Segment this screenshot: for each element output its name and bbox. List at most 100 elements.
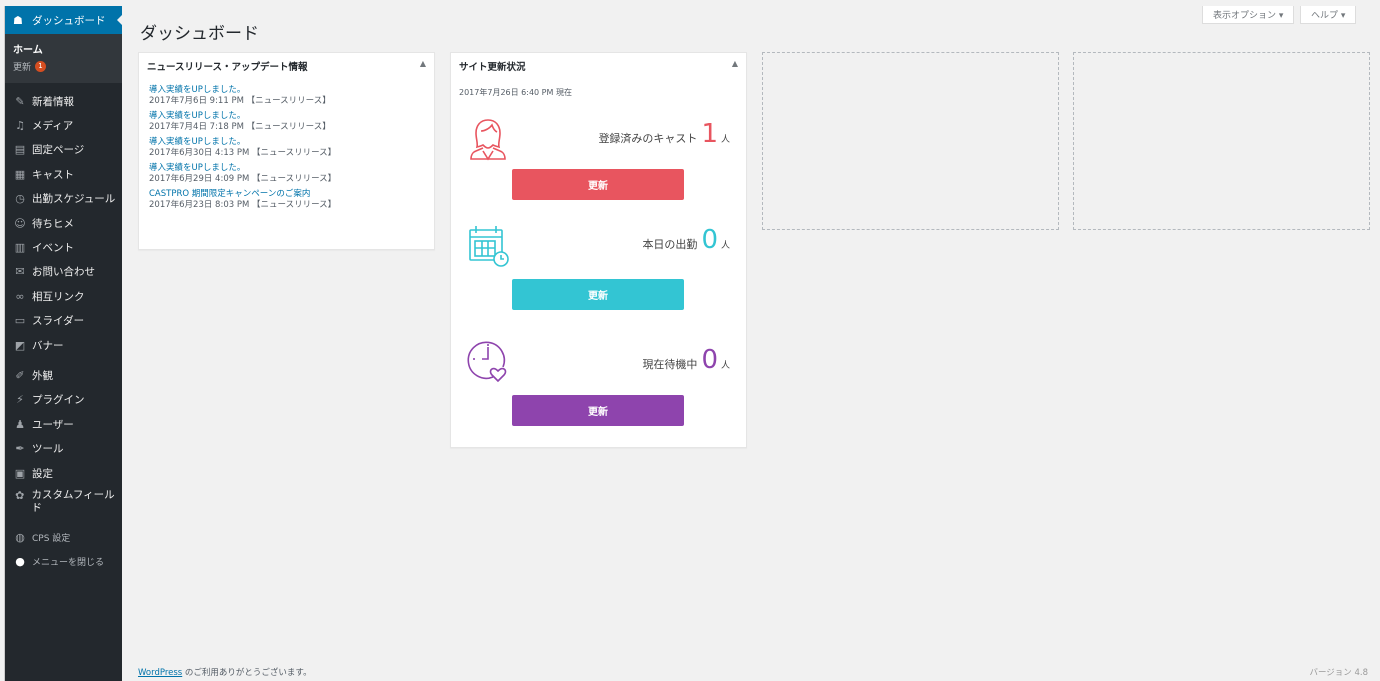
news-widget-header[interactable]: ニュースリリース・アップデート情報 ▲ [139,53,434,75]
id-card-icon: ▦ [14,167,26,181]
sidebar-item-label: ダッシュボード [32,14,106,27]
news-meta: 2017年7月4日 7:18 PM 【ニュースリリース】 [149,122,331,132]
sidebar-item-plugins[interactable]: ⚡ プラグイン [5,388,122,412]
sidebar-item-custom-fields[interactable]: ✿ カスタムフィールド [5,485,122,525]
list-item: 導入実績をUPしました。 2017年7月4日 7:18 PM 【ニュースリリース… [149,111,424,133]
sidebar-item-tools[interactable]: ✒ ツール [5,436,122,460]
sidebar-item-label: スライダー [32,315,85,328]
waiting-count-unit: 人 [720,361,730,371]
wordpress-link[interactable]: WordPress [138,668,182,678]
update-waiting-button[interactable]: 更新 [512,395,684,426]
list-item: CASTPRO 期間限定キャンペーンのご案内 2017年6月23日 8:03 P… [149,189,424,211]
footer-thanks-text: のご利用ありがとうございます。 [182,668,312,678]
sidebar-item-settings[interactable]: ▣ 設定 [5,461,122,485]
news-widget-title: ニュースリリース・アップデート情報 [147,62,308,73]
link-icon: ∞ [15,289,25,303]
sidebar-item-label: お問い合わせ [32,266,95,279]
sidebar-item-cps-settings[interactable]: ◍ CPS 設定 [5,525,122,549]
news-meta: 2017年6月29日 4:09 PM 【ニュースリリース】 [149,174,337,184]
calendar-icon: ▥ [14,241,26,255]
status-widget-toggle-icon[interactable]: ▲ [732,59,738,69]
news-link[interactable]: 導入実績をUPしました。 [149,163,424,174]
sidebar-item-appearance[interactable]: ✐ 外観 [5,363,122,387]
sidebar-item-waiting[interactable]: ☺ 待ちヒメ [5,211,122,235]
plug-icon: ⚡ [16,393,24,407]
sidebar-item-posts[interactable]: ✎ 新着情報 [5,89,122,113]
sidebar-item-label: 設定 [32,467,53,480]
collapse-menu-button[interactable]: ● メニューを閉じる [5,550,122,574]
user-icon: ♟ [15,417,25,431]
cast-count-value: 1 [701,119,718,149]
submenu-home[interactable]: ホーム [5,39,122,58]
waiting-label-text: 現在待機中 [642,358,698,371]
mail-icon: ✉ [15,265,25,279]
sidebar-item-contact[interactable]: ✉ お問い合わせ [5,260,122,284]
sidebar-item-label: 固定ページ [32,144,85,157]
sidebar-item-cast[interactable]: ▦ キャスト [5,162,122,186]
clock-icon: ◷ [15,192,25,206]
sidebar-item-media[interactable]: ♫ メディア [5,113,122,137]
submenu-updates[interactable]: 更新 1 [5,58,122,75]
news-widget-toggle-icon[interactable]: ▲ [420,59,426,69]
sidebar-item-label: プラグイン [32,394,85,407]
main-content: 表示オプション ▾ ヘルプ ▾ ダッシュボード ニュースリリース・アップデート情… [122,6,1376,681]
list-item: 導入実績をUPしました。 2017年6月30日 4:13 PM 【ニュースリリー… [149,137,424,159]
admin-sidebar: ☗ ダッシュボード ホーム 更新 1 ✎ 新着情報 ♫ メディア ▤ 固定ページ ▦ キャ… [5,6,123,681]
list-item: 導入実績をUPしました。 2017年7月6日 9:11 PM 【ニュースリリース… [149,85,424,107]
news-link[interactable]: 導入実績をUPしました。 [149,137,424,148]
sidebar-item-label: 新着情報 [32,95,74,108]
pin-icon: ✎ [15,94,25,108]
status-widget-header[interactable]: サイト更新状況 ▲ [451,53,746,75]
sidebar-item-label: 待ちヒメ [32,217,74,230]
screen-options-tab[interactable]: 表示オプション ▾ [1202,6,1295,24]
status-widget-title: サイト更新状況 [459,62,526,73]
sidebar-item-users[interactable]: ♟ ユーザー [5,412,122,436]
update-cast-button[interactable]: 更新 [512,169,684,200]
cast-count-label: 登録済みのキャスト 1 人 [598,121,730,147]
attendance-count-label: 本日の出勤 0 人 [642,227,730,253]
sidebar-item-dashboard[interactable]: ☗ ダッシュボード [5,6,123,34]
sidebar-item-slider[interactable]: ▭ スライダー [5,309,122,333]
sidebar-item-label: ツール [32,443,64,456]
cast-count-unit: 人 [720,135,730,145]
sidebar-item-label: 出勤スケジュール [32,193,116,206]
site-status-widget: サイト更新状況 ▲ 2017年7月26日 6:40 PM 現在 登録済みのキャス… [450,52,747,448]
empty-widget-dropzone[interactable] [762,52,1059,230]
news-widget: ニュースリリース・アップデート情報 ▲ 導入実績をUPしました。 2017年7月… [138,52,435,250]
empty-widget-dropzone[interactable] [1073,52,1370,230]
wrench-icon: ✒ [15,442,25,456]
updates-count-badge: 1 [35,61,47,72]
cps-icon: ◍ [15,530,25,544]
help-tab[interactable]: ヘルプ ▾ [1300,6,1357,24]
slider-icon: ▭ [14,314,26,328]
news-link[interactable]: 導入実績をUPしました。 [149,85,424,96]
sidebar-item-schedule[interactable]: ◷ 出勤スケジュール [5,187,122,211]
sidebar-item-label: CPS 設定 [32,533,71,544]
settings-icon: ▣ [14,466,26,480]
sidebar-item-pages[interactable]: ▤ 固定ページ [5,138,122,162]
attendance-count-unit: 人 [720,241,730,251]
news-link[interactable]: 導入実績をUPしました。 [149,111,424,122]
sidebar-item-events[interactable]: ▥ イベント [5,235,122,259]
clock-heart-icon [467,341,507,383]
dashboard-submenu: ホーム 更新 1 [5,34,122,83]
attendance-label-text: 本日の出勤 [642,238,698,251]
sidebar-item-banner[interactable]: ◩ バナー [5,333,122,357]
sidebar-item-links[interactable]: ∞ 相互リンク [5,284,122,308]
update-attendance-button[interactable]: 更新 [512,279,684,310]
status-timestamp: 2017年7月26日 6:40 PM 現在 [459,88,572,97]
sidebar-item-label: メディア [32,120,74,133]
attendance-count-value: 0 [701,225,718,255]
news-list: 導入実績をUPしました。 2017年7月6日 9:11 PM 【ニュースリリース… [139,75,434,225]
submenu-updates-label: 更新 [13,63,32,73]
news-link[interactable]: CASTPRO 期間限定キャンペーンのご案内 [149,189,424,200]
sidebar-item-label: 外観 [32,369,53,382]
group-icon: ☺ [14,216,26,230]
media-icon: ♫ [15,119,25,133]
cast-label-text: 登録済みのキャスト [598,132,698,145]
news-meta: 2017年6月30日 4:13 PM 【ニュースリリース】 [149,148,337,158]
submenu-home-label: ホーム [13,45,43,56]
sidebar-item-label: ユーザー [32,418,74,431]
gear-icon: ✿ [15,489,25,503]
sidebar-item-label: キャスト [32,168,74,181]
